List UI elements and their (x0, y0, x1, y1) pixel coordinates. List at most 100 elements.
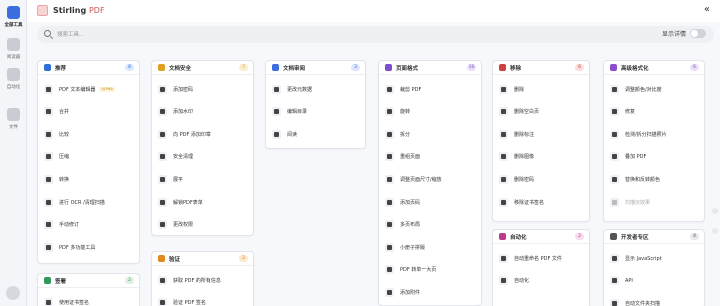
tool-item[interactable]: 转换 (44, 173, 135, 185)
tool-card-header: 高级格式化 6 (604, 61, 704, 75)
tool-icon (272, 84, 281, 94)
tool-item[interactable]: 裁剪 PDF (385, 83, 477, 95)
tool-item[interactable]: 获取 PDF 的所有信息 (158, 274, 249, 286)
tool-item[interactable]: 旋转 (385, 106, 477, 118)
tool-count-badge: 6 (575, 64, 584, 71)
tool-item[interactable]: 删除 (499, 83, 585, 95)
tool-item[interactable]: 添加水印 (158, 106, 249, 118)
tool-icon (499, 253, 508, 263)
tool-item[interactable]: 手动修订 (44, 219, 135, 231)
rail-item-automate[interactable]: 自动化 (0, 68, 27, 90)
collapse-panel-button[interactable]: « (704, 4, 710, 15)
tool-item-label: 自动重命名 PDF 文件 (514, 255, 562, 262)
category-icon (499, 64, 506, 71)
show-details-toggle[interactable] (690, 29, 706, 38)
tool-item[interactable]: 显示 JavaScript (610, 252, 700, 264)
tool-item[interactable]: 添加页码 (385, 196, 477, 208)
rail-item-reader[interactable]: 阅读器 (0, 38, 27, 60)
tool-card-header: 自动化 2 (493, 230, 589, 244)
rail-item-label: 自动化 (6, 84, 21, 90)
tool-item-label: 更改权限 (173, 222, 194, 229)
tool-item[interactable]: PDF 文本编辑器 ALPHA (44, 83, 135, 95)
tool-icon (499, 107, 508, 117)
tool-item[interactable]: 自动重命名 PDF 文件 (499, 252, 585, 264)
tool-icon (44, 197, 53, 207)
tool-item[interactable]: 叠加 PDF (610, 151, 700, 163)
tool-card-title: 签署 (55, 278, 67, 285)
rail-item-files[interactable]: 文件 (0, 108, 27, 130)
tool-count-badge: 2 (239, 255, 248, 262)
tool-count-badge: 2 (575, 233, 584, 240)
tool-item[interactable]: 小册子拼版 (385, 241, 477, 253)
tool-card-title: 移除 (510, 65, 522, 72)
tool-item[interactable]: 展平 (158, 173, 249, 185)
tool-item[interactable]: 安全清理 (158, 151, 249, 163)
tool-item[interactable]: 进行 OCR /清理扫描 (44, 196, 135, 208)
tool-item-label: 验证 PDF 签名 (173, 300, 206, 306)
tool-card: 开发者专区 4 显示 JavaScript API 自动文件夹扫描 (603, 229, 705, 306)
tool-item[interactable]: 解锁PDF表单 (158, 196, 249, 208)
tool-item-label: 扫描仪效果 (625, 199, 651, 206)
grid-icon (7, 6, 20, 19)
tool-icon (158, 174, 167, 184)
tool-item[interactable]: 调整页面尺寸/缩放 (385, 173, 477, 185)
tool-icon (385, 107, 394, 117)
tool-item[interactable]: 自动文件夹扫描 (610, 297, 700, 306)
tool-item[interactable]: 验证 PDF 签名 (158, 297, 249, 306)
show-details-label: 显示详情 (661, 31, 686, 38)
category-icon (610, 64, 617, 71)
tool-item[interactable]: 比较 (44, 128, 135, 140)
tool-item[interactable]: 修复 (610, 106, 700, 118)
tool-icon (44, 84, 53, 94)
tool-icon (610, 129, 619, 139)
tool-count-badge: 10 (467, 64, 476, 71)
tool-icon (499, 129, 508, 139)
tool-item[interactable]: 添加附件 (385, 286, 477, 298)
tool-icon (610, 107, 619, 117)
tool-card-title: 自动化 (510, 234, 527, 241)
tool-item-label: 合并 (59, 109, 70, 116)
tool-item[interactable]: 编辑目录 (272, 106, 361, 118)
logo: Stirling PDF (37, 5, 105, 16)
tool-item-label: 删除图像 (514, 154, 535, 161)
tool-item[interactable]: 检测/拆分扫描照片 (610, 128, 700, 140)
tool-item-label: 压缩 (59, 154, 70, 161)
tool-item[interactable]: 更改权限 (158, 219, 249, 231)
tool-item-label: 旋转 (400, 109, 411, 116)
tool-card: 文档安全 7 添加密码 添加水印向 PDF 添加印章 安全清理 展平 解锁PDF表单 更改权限 (151, 60, 254, 236)
tool-item[interactable]: 阅读 (272, 128, 361, 140)
tool-item[interactable]: 使用证书签名 (44, 296, 135, 306)
tool-item[interactable]: 删除空白页 (499, 106, 585, 118)
tool-item[interactable]: 删除标注 (499, 128, 585, 140)
tool-item[interactable]: 更改元数据 (272, 83, 361, 95)
tool-item[interactable]: 多页布局 (385, 219, 477, 231)
category-icon (158, 255, 165, 262)
search-input[interactable] (57, 28, 357, 41)
tool-card-title: 高级格式化 (621, 65, 649, 72)
rail-item-all-tools[interactable]: 全部工具 (0, 6, 27, 28)
settings-icon[interactable] (6, 286, 20, 300)
tool-item-label: 多页布局 (400, 222, 421, 229)
search-icon (44, 30, 51, 37)
tool-item[interactable]: API (610, 275, 700, 287)
tool-item[interactable]: 扫描仪效果 (610, 196, 700, 208)
tool-item-label: 删除标注 (514, 131, 535, 138)
tool-icon (385, 265, 394, 275)
tool-item[interactable]: 替换和反转颜色 (610, 173, 700, 185)
tool-item[interactable]: PDF 多功能工具 (44, 241, 135, 253)
tool-item[interactable]: 压缩 (44, 151, 135, 163)
tool-item[interactable]: 删除图像 (499, 151, 585, 163)
tool-item[interactable]: 合并 (44, 106, 135, 118)
tool-item[interactable]: 向 PDF 添加印章 (158, 128, 249, 140)
tool-item-label: 更改元数据 (287, 86, 313, 93)
tool-item[interactable]: 调整颜色/对比度 (610, 83, 700, 95)
tool-item[interactable]: PDF 转单一大页 (385, 264, 477, 276)
tool-item[interactable]: 删除密码 (499, 173, 585, 185)
tool-item[interactable]: 拆分 (385, 128, 477, 140)
tool-item[interactable]: 自动化 (499, 275, 585, 287)
tool-item[interactable]: 重组页面 (385, 151, 477, 163)
tool-item-label: 转换 (59, 176, 70, 183)
tool-card-title: 开发者专区 (621, 234, 649, 241)
tool-item[interactable]: 添加密码 (158, 83, 249, 95)
tool-item[interactable]: 移除证书签名 (499, 196, 585, 208)
